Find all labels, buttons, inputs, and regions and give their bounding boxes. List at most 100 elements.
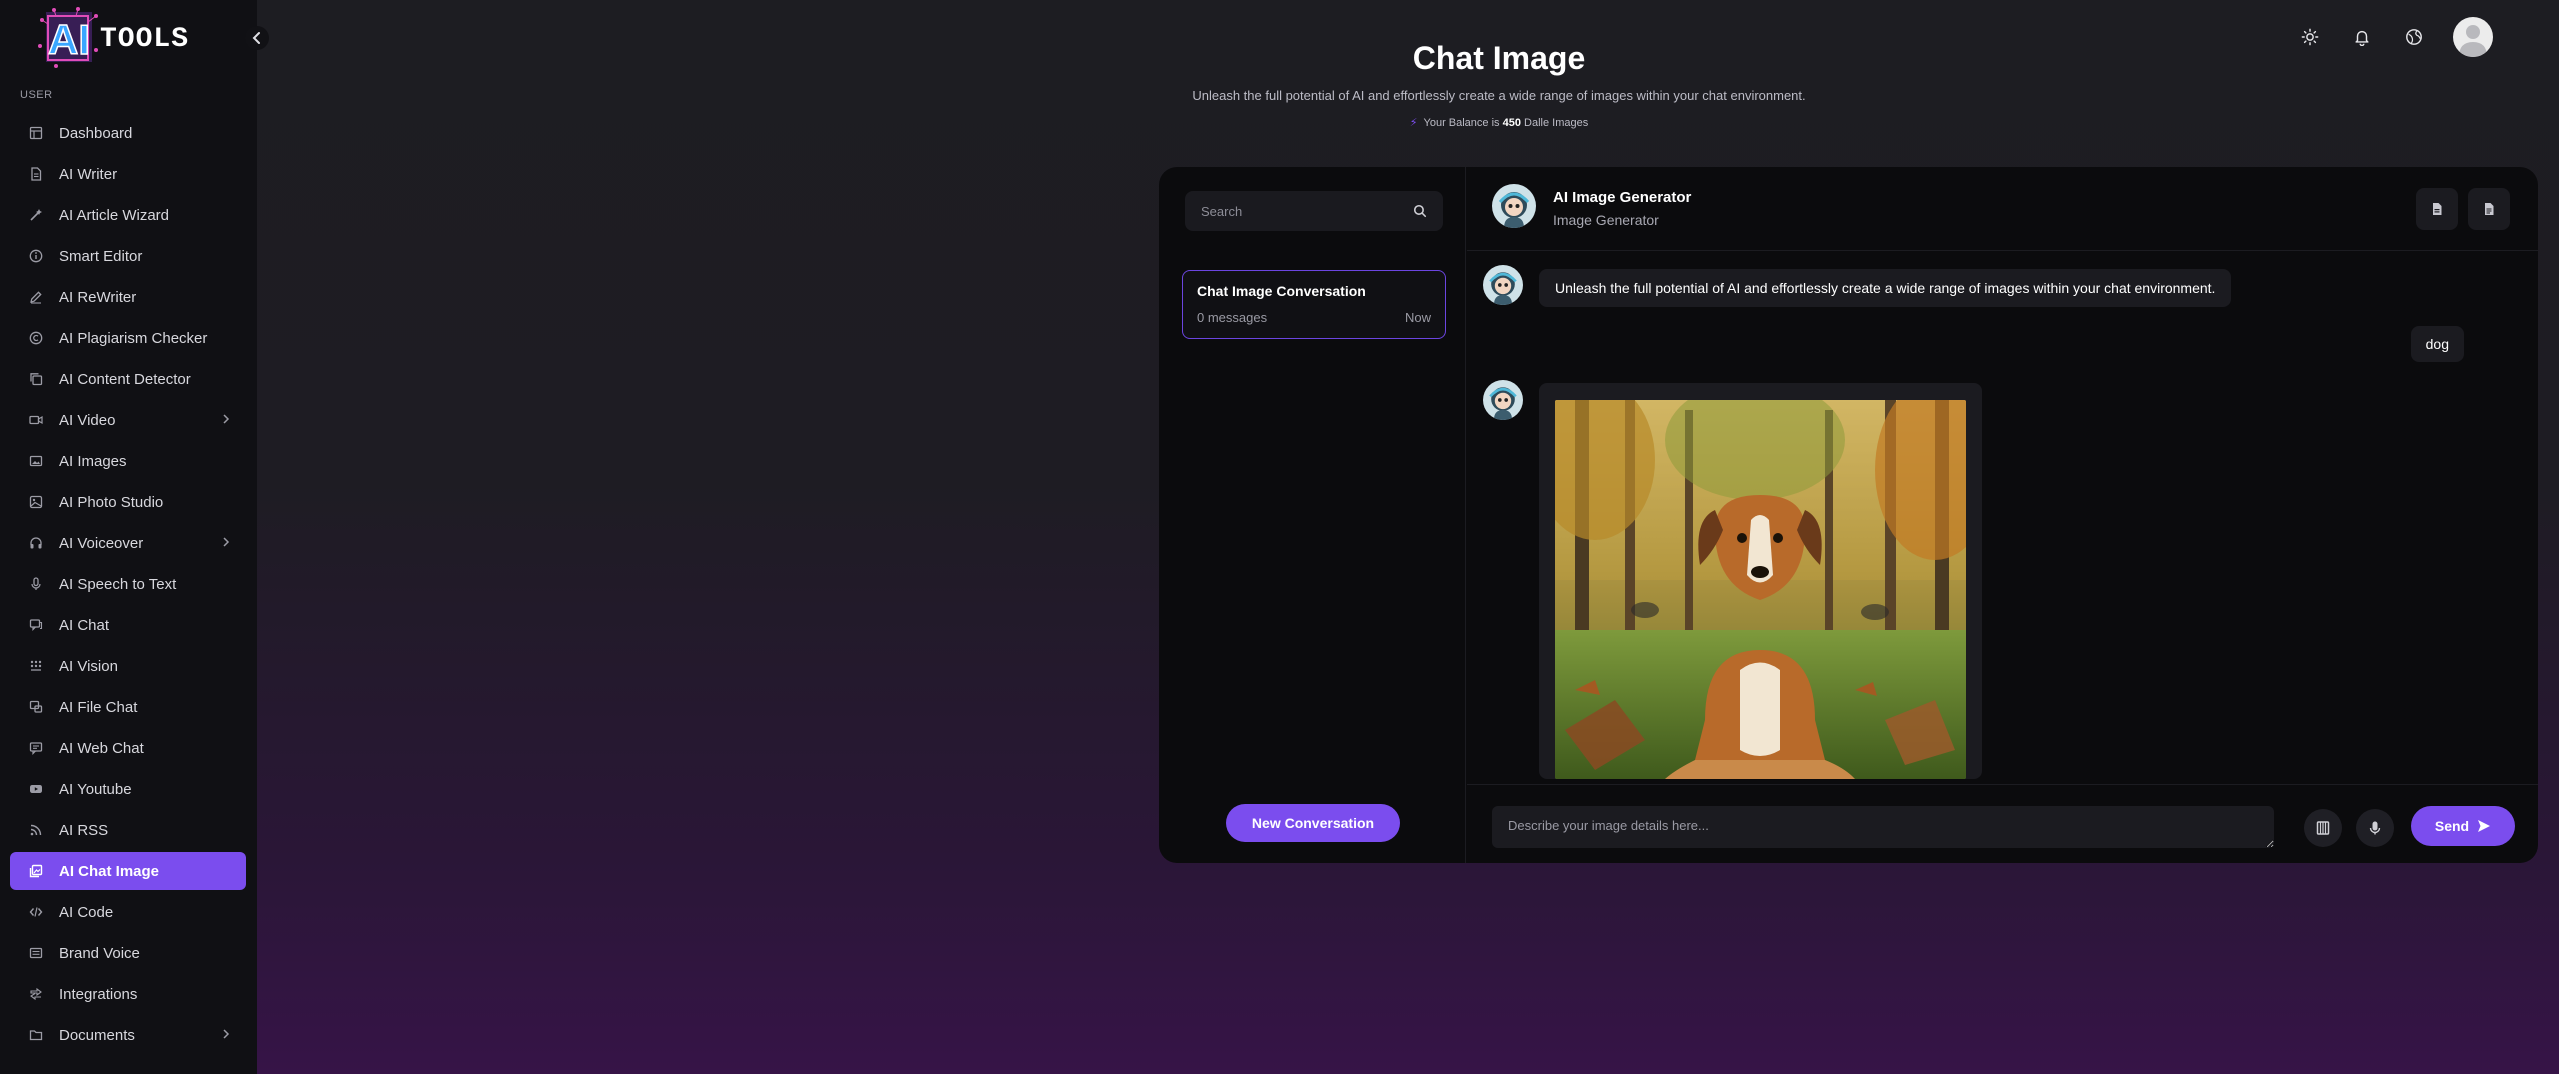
sidebar-item-smart-editor[interactable]: Smart Editor (10, 237, 246, 275)
sidebar-item-ai-web-chat[interactable]: AI Web Chat (10, 729, 246, 767)
sidebar-item-label: AI Plagiarism Checker (59, 329, 208, 347)
chevron-right-icon[interactable] (222, 1028, 230, 1042)
brand-icon (29, 946, 43, 960)
globe-icon (2406, 29, 2422, 45)
sidebar-item-label: AI Web Chat (59, 739, 144, 757)
chat-header: AI Image Generator Image Generator (1467, 167, 2538, 251)
sidebar-collapse-button[interactable] (245, 26, 269, 50)
sidebar-item-ai-video[interactable]: AI Video (10, 401, 246, 439)
sidebar-item-label: Brand Voice (59, 944, 140, 962)
conversation-message-count: 0 messages (1197, 310, 1268, 325)
send-button[interactable]: Send (2411, 806, 2515, 846)
app-logo[interactable]: AI TOOLS (34, 6, 224, 70)
page-title: Chat Image (1412, 40, 1586, 76)
chat-icon (29, 618, 43, 632)
sidebar-item-ai-chat-image[interactable]: AI Chat Image (10, 852, 246, 890)
sidebar-item-label: AI Voiceover (59, 534, 144, 552)
copy-icon (29, 372, 43, 386)
sidebar-item-label: Integrations (59, 985, 138, 1003)
conversation-item[interactable]: Chat Image Conversation 0 messages Now (1182, 270, 1446, 339)
sidebar-item-ai-speech-to-text[interactable]: AI Speech to Text (10, 565, 246, 603)
folder-icon (29, 1028, 43, 1042)
bot-image-message (1539, 383, 1982, 779)
sidebar-item-label: AI Article Wizard (59, 206, 170, 224)
top-toolbar (2295, 17, 2493, 57)
voice-input-button[interactable] (2356, 809, 2394, 847)
photo-icon (29, 495, 43, 509)
sidebar-item-dashboard[interactable]: Dashboard (10, 114, 246, 152)
page-subtitle: Unleash the full potential of AI and eff… (1192, 88, 1806, 103)
sidebar-item-ai-voiceover[interactable]: AI Voiceover (10, 524, 246, 562)
sidebar-item-label: Smart Editor (59, 247, 143, 265)
sidebar-item-label: AI Speech to Text (59, 575, 177, 593)
balance-value: 450 (1502, 117, 1521, 129)
sidebar-item-ai-youtube[interactable]: AI Youtube (10, 770, 246, 808)
prompt-library-button[interactable] (2304, 809, 2342, 847)
sun-icon (2301, 28, 2319, 46)
wand-icon (29, 208, 43, 222)
file-chat-icon (29, 700, 43, 714)
chevron-left-icon (252, 32, 260, 44)
sidebar-item-documents[interactable]: Documents (10, 1016, 246, 1054)
chat-card: Chat Image Conversation 0 messages Now N… (1159, 167, 2538, 863)
sidebar-item-integrations[interactable]: Integrations (10, 975, 246, 1013)
sidebar-item-ai-rewriter[interactable]: AI ReWriter (10, 278, 246, 316)
file-icon (2433, 203, 2442, 215)
new-conversation-button[interactable]: New Conversation (1226, 804, 1400, 842)
document-icon (2485, 203, 2494, 215)
robot-avatar-icon (1483, 380, 1523, 420)
sidebar-item-label: AI Images (59, 452, 127, 470)
sidebar-item-label: AI RSS (59, 821, 109, 839)
bell-icon (2355, 30, 2369, 46)
sidebar-item-ai-plagiarism-checker[interactable]: AI Plagiarism Checker (10, 319, 246, 357)
sidebar-item-label: Dashboard (59, 124, 133, 142)
export-doc-button[interactable] (2468, 188, 2510, 230)
message-list[interactable]: Unleash the full potential of AI and eff… (1467, 252, 2538, 779)
sidebar-item-ai-images[interactable]: AI Images (10, 442, 246, 480)
sidebar-item-label: AI Content Detector (59, 370, 191, 388)
sidebar-item-ai-writer[interactable]: AI Writer (10, 155, 246, 193)
headphones-icon (29, 536, 43, 550)
sidebar-item-ai-content-detector[interactable]: AI Content Detector (10, 360, 246, 398)
video-icon (29, 413, 43, 427)
balance-prefix: Your Balance is (1423, 117, 1500, 129)
search-icon[interactable] (1413, 204, 1427, 218)
microphone-icon (29, 577, 43, 591)
info-icon (29, 249, 43, 263)
dashboard-icon (29, 126, 43, 140)
conversation-title: Chat Image Conversation (1197, 283, 1366, 299)
language-button[interactable] (2399, 22, 2429, 52)
youtube-icon (29, 782, 43, 796)
sidebar-item-brand-voice[interactable]: Brand Voice (10, 934, 246, 972)
theme-toggle-button[interactable] (2295, 22, 2325, 52)
notifications-button[interactable] (2347, 22, 2377, 52)
bot-message-avatar (1483, 265, 1523, 305)
export-pdf-button[interactable] (2416, 188, 2458, 230)
document-icon (29, 167, 43, 181)
send-icon (2478, 820, 2491, 832)
user-silhouette-icon (2459, 25, 2487, 57)
sidebar-item-ai-file-chat[interactable]: AI File Chat (10, 688, 246, 726)
sidebar-item-label: AI Video (59, 411, 116, 429)
sidebar-item-ai-code[interactable]: AI Code (10, 893, 246, 931)
sidebar-item-label: AI File Chat (59, 698, 138, 716)
sidebar-item-label: AI Youtube (59, 780, 132, 798)
sidebar-item-ai-article-wizard[interactable]: AI Article Wizard (10, 196, 246, 234)
microphone-icon (2369, 821, 2381, 835)
conversation-search (1185, 191, 1443, 231)
image-icon (29, 454, 43, 468)
chevron-right-icon[interactable] (222, 536, 230, 550)
generated-image[interactable] (1555, 400, 1966, 779)
prompt-input[interactable] (1492, 806, 2274, 848)
bot-message: Unleash the full potential of AI and eff… (1539, 269, 2232, 307)
search-input[interactable] (1201, 203, 1413, 219)
chevron-right-icon[interactable] (222, 413, 230, 427)
sidebar-item-ai-photo-studio[interactable]: AI Photo Studio (10, 483, 246, 521)
user-avatar[interactable] (2453, 17, 2493, 57)
sidebar-item-ai-vision[interactable]: AI Vision (10, 647, 246, 685)
sidebar-item-ai-rss[interactable]: AI RSS (10, 811, 246, 849)
sidebar-item-ai-chat[interactable]: AI Chat (10, 606, 246, 644)
rss-icon (29, 823, 43, 837)
copyright-icon (29, 331, 43, 345)
web-chat-icon (29, 741, 43, 755)
